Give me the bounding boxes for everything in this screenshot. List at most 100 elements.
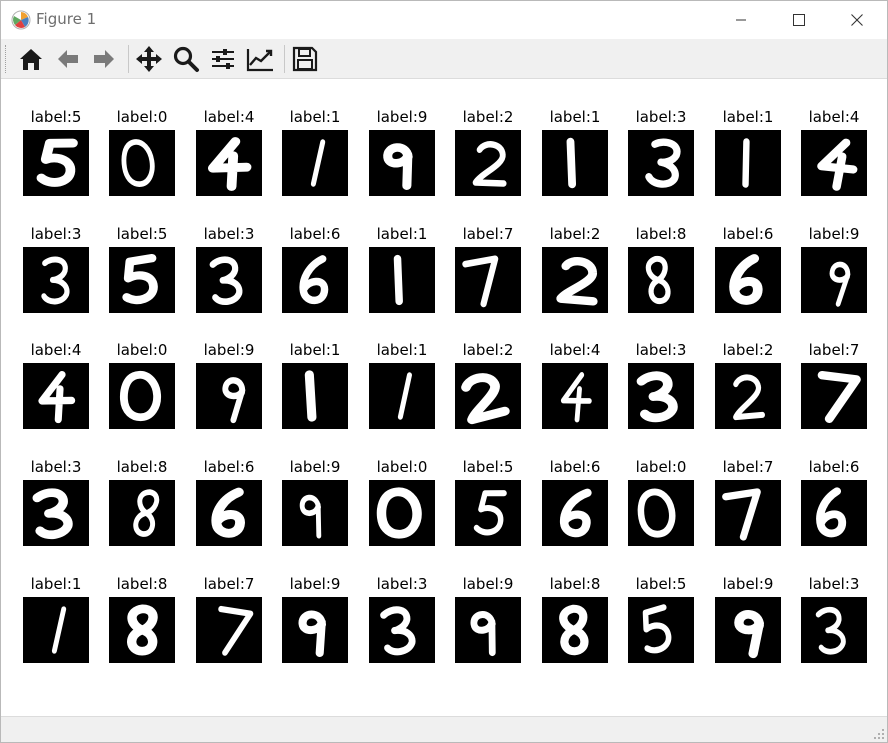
digit-stroke: [645, 138, 681, 188]
handwritten-digit: [304, 370, 317, 422]
digit-image: [715, 597, 781, 663]
handwritten-digit: [556, 257, 598, 306]
digit-image: [109, 363, 175, 429]
forward-button[interactable]: [87, 42, 121, 76]
digit-image: [455, 247, 521, 313]
handwritten-digit: [472, 141, 507, 187]
subplot-title: label:5: [116, 225, 168, 243]
maximize-icon: [793, 14, 805, 26]
subplot-title: label:9: [462, 575, 514, 593]
digit-stroke: [559, 604, 589, 656]
digit-stroke: [742, 138, 750, 188]
handwritten-digit: [816, 487, 847, 538]
digit-image: [455, 130, 521, 196]
title-bar[interactable]: Figure 1: [1, 1, 887, 39]
digit-image: [109, 597, 175, 663]
digit-stroke: [383, 143, 413, 190]
digit-stroke: [645, 255, 671, 305]
digit-stroke: [310, 139, 326, 187]
digit-image: [628, 247, 694, 313]
digit-stroke: [470, 611, 496, 657]
handwritten-digit: [636, 371, 678, 423]
handwritten-digit: [122, 253, 158, 305]
digit-stroke: [461, 373, 510, 425]
digit-stroke: [642, 604, 672, 654]
digit-image: [282, 130, 348, 196]
digit-stroke: [304, 370, 317, 422]
close-icon: [851, 14, 863, 26]
subplot-title: label:6: [203, 458, 255, 476]
customize-button[interactable]: [243, 42, 277, 76]
toolbar-separator: [128, 45, 129, 73]
subplot-title: label:7: [722, 458, 774, 476]
toolbar-grip[interactable]: [5, 45, 8, 73]
subplot-title: label:0: [116, 341, 168, 359]
subplot-title: label:2: [722, 341, 774, 359]
save-icon: [292, 46, 318, 72]
back-button[interactable]: [51, 42, 85, 76]
digit-image: [628, 363, 694, 429]
digit-image: [109, 480, 175, 546]
digit-stroke: [816, 487, 847, 538]
subplot-title: label:7: [808, 341, 860, 359]
zoom-button[interactable]: [169, 42, 203, 76]
handwritten-digit: [817, 371, 861, 423]
resize-grip-icon[interactable]: [873, 728, 885, 740]
handwritten-digit: [560, 372, 592, 423]
pan-button[interactable]: [132, 42, 166, 76]
subplot-title: label:2: [549, 225, 601, 243]
digit-stroke: [722, 488, 761, 541]
forward-arrow-icon: [94, 50, 114, 68]
subplot-title: label:1: [376, 225, 428, 243]
handwritten-digit: [642, 604, 672, 654]
digit-image: [369, 130, 435, 196]
handwritten-digit: [41, 256, 70, 305]
subplots-button[interactable]: [206, 42, 240, 76]
subplot-title: label:3: [30, 225, 82, 243]
close-button[interactable]: [827, 1, 887, 39]
digit-stroke: [636, 371, 678, 423]
save-button[interactable]: [288, 42, 322, 76]
status-bar: [1, 716, 887, 742]
subplot-title: label:8: [116, 458, 168, 476]
window-title: Figure 1: [36, 10, 97, 28]
digit-stroke: [380, 606, 416, 656]
digit-stroke: [734, 610, 764, 659]
handwritten-digit: [397, 372, 412, 420]
subplot-title: label:4: [549, 341, 601, 359]
handwritten-digit: [207, 137, 252, 191]
digit-stroke: [222, 377, 246, 424]
digit-image: [196, 130, 262, 196]
subplot-title: label:1: [289, 341, 341, 359]
subplot-title: label:9: [289, 458, 341, 476]
digit-image: [542, 597, 608, 663]
subplot-title: label:9: [203, 341, 255, 359]
digit-image: [109, 130, 175, 196]
home-button[interactable]: [14, 42, 48, 76]
digit-stroke: [36, 138, 78, 187]
subplot-title: label:3: [30, 458, 82, 476]
digit-image: [282, 480, 348, 546]
subplot-title: label:2: [462, 108, 514, 126]
subplot-title: label:5: [30, 108, 82, 126]
digit-image: [282, 247, 348, 313]
handwritten-digit: [729, 254, 763, 305]
digit-image: [369, 597, 435, 663]
digit-stroke: [51, 606, 67, 654]
digit-stroke: [462, 255, 499, 308]
digit-image: [455, 363, 521, 429]
handwritten-digit: [470, 611, 496, 657]
digit-stroke: [566, 137, 577, 189]
handwritten-digit: [829, 261, 851, 307]
minimize-button[interactable]: [711, 1, 771, 39]
subplot-title: label:9: [722, 575, 774, 593]
digit-image: [23, 363, 89, 429]
handwritten-digit: [36, 138, 78, 187]
digit-image: [282, 597, 348, 663]
handwritten-digit: [722, 488, 761, 541]
figure-canvas[interactable]: label:5 label:0 label:4 label:1 label:9 label…: [1, 79, 887, 716]
digit-image: [23, 597, 89, 663]
digit-stroke: [815, 606, 846, 655]
digit-stroke: [127, 604, 158, 656]
maximize-button[interactable]: [769, 1, 829, 39]
